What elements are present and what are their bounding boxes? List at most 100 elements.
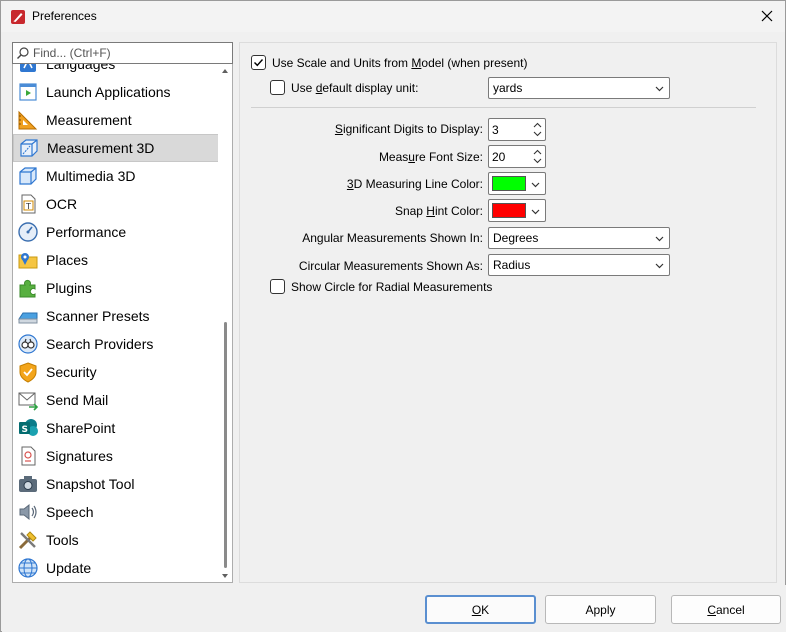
sidebar-item-search-providers[interactable]: Search Providers [13, 330, 219, 358]
signatures-icon [21, 446, 36, 466]
use-scale-label: Use Scale and Units from Model (when pre… [272, 55, 528, 70]
search-icon [17, 47, 29, 59]
sidebar-item-label: Plugins [46, 280, 92, 296]
show-circle-label: Show Circle for Radial Measurements [291, 279, 493, 294]
spin-arrows-icon[interactable] [533, 121, 542, 138]
chevron-down-icon [655, 86, 664, 92]
angular-label: Angular Measurements Shown In: [302, 231, 483, 245]
sidebar-item-label: Security [46, 364, 97, 380]
close-icon [761, 10, 773, 22]
default-unit-select[interactable]: yards [488, 77, 670, 99]
scroll-down-icon[interactable] [220, 571, 230, 581]
snap-color-swatch [492, 203, 526, 218]
sidebar-item-plugins[interactable]: Plugins [13, 274, 219, 302]
sidebar-item-scanner-presets[interactable]: Scanner Presets [13, 302, 219, 330]
search-input[interactable] [33, 46, 223, 60]
sidebar-item-multimedia-3d[interactable]: Multimedia 3D [13, 162, 219, 190]
title-bar: Preferences [1, 1, 785, 32]
update-icon [18, 558, 38, 578]
sidebar-item-tools[interactable]: Tools [13, 526, 219, 554]
sidebar-item-label: Speech [46, 504, 94, 520]
font-size-value: 20 [492, 149, 506, 164]
search-box[interactable] [12, 42, 233, 64]
line-color-picker[interactable] [488, 172, 546, 195]
sidebar-item-languages[interactable]: Languages [13, 64, 219, 78]
default-unit-checkbox[interactable] [270, 80, 285, 95]
multimedia-3d-icon [19, 167, 37, 185]
angular-select[interactable]: Degrees [488, 227, 670, 249]
sidebar-item-ocr[interactable]: T OCR [13, 190, 219, 218]
show-circle-checkbox[interactable] [270, 279, 285, 294]
scroll-up-icon[interactable] [220, 66, 230, 76]
category-scrollbar[interactable] [218, 64, 232, 582]
sidebar-item-label: Measurement [46, 112, 132, 128]
font-size-label: Measure Font Size: [378, 150, 483, 164]
measurement-icon [18, 110, 38, 130]
chevron-down-icon [531, 209, 540, 215]
languages-icon [20, 64, 36, 72]
sidebar-item-label: Scanner Presets [46, 308, 150, 324]
send-mail-icon [18, 392, 39, 411]
use-scale-row[interactable]: Use Scale and Units from Model (when pre… [251, 55, 527, 70]
chevron-down-icon [531, 182, 540, 188]
chevron-down-icon [655, 263, 664, 269]
sig-digits-label: Significant Digits to Display: [334, 122, 483, 136]
line-color-swatch [492, 176, 526, 191]
snap-color-picker[interactable] [488, 199, 546, 222]
sig-digits-value: 3 [492, 122, 499, 137]
sidebar-item-update[interactable]: Update [13, 554, 219, 582]
scroll-thumb[interactable] [224, 322, 227, 568]
sidebar-item-label: Launch Applications [46, 84, 171, 100]
sharepoint-icon: S [19, 419, 38, 436]
sidebar-item-label: OCR [46, 196, 78, 212]
sidebar-item-places[interactable]: Places [13, 246, 219, 274]
sidebar-item-label: Update [46, 560, 92, 576]
sidebar-item-signatures[interactable]: Signatures [13, 442, 219, 470]
show-circle-row[interactable]: Show Circle for Radial Measurements [270, 279, 492, 294]
close-button[interactable] [753, 3, 781, 29]
measurement-3d-icon [20, 139, 38, 157]
sidebar-item-label: Signatures [46, 448, 113, 464]
sidebar-item-measurement[interactable]: Measurement [13, 106, 219, 134]
window-title: Preferences [32, 9, 97, 23]
sig-digits-stepper[interactable]: 3 [488, 118, 546, 141]
snap-color-label: Snap Hint Color: [394, 204, 483, 218]
category-items: Languages Launch Applications Measuremen… [13, 64, 219, 582]
pdf-app-icon [11, 10, 25, 24]
sidebar-item-speech[interactable]: Speech [13, 498, 219, 526]
category-list[interactable]: Languages Launch Applications Measuremen… [12, 64, 233, 583]
sidebar-item-label: Multimedia 3D [46, 168, 136, 184]
search-providers-icon [18, 334, 38, 354]
ok-button[interactable]: OK [425, 595, 536, 624]
performance-icon [18, 222, 38, 242]
sidebar-item-security[interactable]: Security [13, 358, 219, 386]
sidebar-item-snapshot-tool[interactable]: Snapshot Tool [13, 470, 219, 498]
use-scale-checkbox[interactable] [251, 55, 266, 70]
plugins-icon [19, 279, 36, 298]
sidebar-item-sharepoint[interactable]: S SharePoint [13, 414, 219, 442]
sidebar-item-label: SharePoint [46, 420, 116, 436]
sidebar-item-performance[interactable]: Performance [13, 218, 219, 246]
sidebar-item-label: Tools [46, 532, 79, 548]
default-unit-row[interactable]: Use default display unit: [270, 80, 418, 95]
apply-button[interactable]: Apply [545, 595, 656, 624]
chevron-down-icon [655, 236, 664, 242]
sidebar-item-label: Places [46, 252, 89, 268]
sidebar-item-measurement-3d[interactable]: Measurement 3D [13, 134, 219, 162]
checkmark-icon [254, 59, 264, 67]
circular-select[interactable]: Radius [488, 254, 670, 276]
cancel-button[interactable]: Cancel [671, 595, 781, 624]
preferences-dialog: Preferences Languages [0, 0, 786, 632]
svg-text:T: T [25, 202, 31, 211]
sidebar-item-label: Measurement 3D [47, 140, 155, 156]
snapshot-icon [19, 476, 37, 492]
line-color-label: 3D Measuring Line Color: [346, 177, 483, 191]
font-size-stepper[interactable]: 20 [488, 145, 546, 168]
sidebar-item-send-mail[interactable]: Send Mail [13, 386, 219, 414]
button-bar [2, 585, 786, 632]
spin-arrows-icon[interactable] [533, 148, 542, 165]
angular-value: Degrees [493, 231, 539, 245]
sidebar-item-launch-applications[interactable]: Launch Applications [13, 78, 219, 106]
places-icon [18, 253, 38, 269]
security-icon [19, 362, 37, 383]
